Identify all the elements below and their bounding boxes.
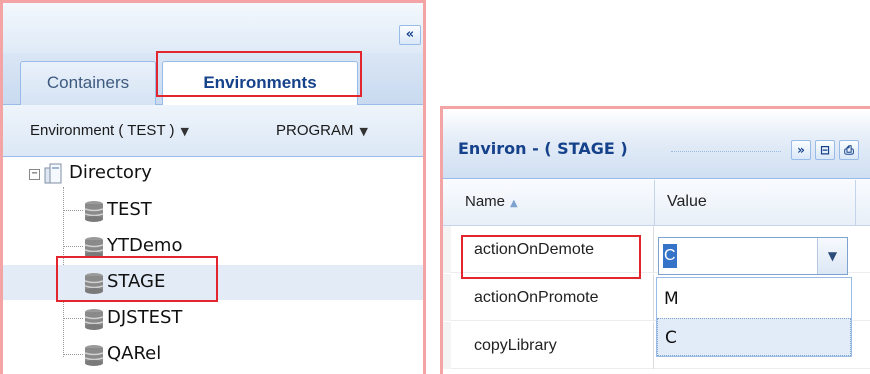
navigator-panel: « Containers Environments Environment ( … [0, 0, 426, 374]
print-icon[interactable]: ⎙ [839, 140, 859, 160]
panel-top-bar: « [3, 3, 423, 53]
row-gutter [443, 226, 451, 273]
tab-environments[interactable]: Environments [162, 61, 358, 106]
tree-item-stage[interactable]: STAGE [3, 265, 423, 300]
property-name-cell[interactable]: actionOnDemote [452, 226, 654, 273]
dropdown-arrow-icon: ▼ [180, 125, 189, 138]
database-icon [84, 273, 104, 294]
tree-item-ytdemo[interactable]: YTDemo [3, 229, 423, 264]
header-divider [671, 151, 781, 152]
value-combobox[interactable]: C ▼ [658, 237, 848, 275]
directory-tree: − Directory TEST YTDemo STAGE DJSTEST QA… [3, 157, 423, 374]
tree-item-djstest[interactable]: DJSTEST [3, 301, 423, 336]
dropdown-option-c[interactable]: C [657, 318, 851, 356]
database-icon [84, 201, 104, 222]
save-icon[interactable]: ⊟ [815, 140, 835, 160]
tree-root-row[interactable]: − Directory [3, 157, 423, 192]
panel-title: Environ - ( STAGE ) [458, 139, 628, 158]
tree-root-label: Directory [69, 162, 152, 183]
column-divider[interactable] [855, 180, 856, 226]
program-menu-label: PROGRAM [276, 122, 354, 139]
expand-panel-button[interactable]: » [791, 140, 811, 160]
tree-item-label: QARel [107, 343, 162, 364]
value-dropdown-list: M C [656, 277, 852, 357]
environment-menu[interactable]: Environment ( TEST ) ▼ [30, 122, 189, 139]
environment-properties-panel: Environ - ( STAGE ) » ⊟ ⎙ Name ▲ Value ac… [440, 106, 870, 374]
column-divider[interactable] [654, 180, 655, 226]
dropdown-arrow-icon: ▼ [359, 125, 368, 138]
property-name-cell[interactable]: actionOnPromote [452, 274, 654, 321]
tree-item-qarel[interactable]: QARel [3, 337, 423, 372]
panel-header: Environ - ( STAGE ) » ⊟ ⎙ [443, 109, 870, 179]
database-icon [84, 345, 104, 366]
collapse-panel-button[interactable]: « [399, 25, 421, 45]
tree-item-test[interactable]: TEST [3, 193, 423, 228]
column-header-name-label: Name [465, 193, 506, 210]
sort-ascending-icon: ▲ [510, 198, 518, 209]
row-gutter [443, 322, 451, 369]
environment-toolbar: Environment ( TEST ) ▼ PROGRAM ▼ [3, 105, 423, 157]
program-menu[interactable]: PROGRAM ▼ [276, 122, 368, 139]
tree-item-label: TEST [107, 199, 152, 220]
row-gutter [443, 274, 451, 321]
column-header-value[interactable]: Value [667, 193, 707, 211]
property-name-cell[interactable]: copyLibrary [452, 322, 654, 369]
grid-header: Name ▲ Value [443, 180, 870, 226]
environment-menu-label: Environment ( TEST ) [30, 122, 175, 139]
database-icon [84, 237, 104, 258]
collapse-node-icon[interactable]: − [29, 169, 40, 180]
tab-containers[interactable]: Containers [20, 61, 156, 105]
tree-item-label: YTDemo [107, 235, 183, 256]
dropdown-option-m[interactable]: M [657, 280, 851, 318]
column-header-name[interactable]: Name ▲ [465, 193, 518, 210]
chevron-down-icon[interactable]: ▼ [817, 238, 847, 274]
combobox-selected-text[interactable]: C [663, 244, 677, 268]
database-icon [84, 309, 104, 330]
tab-strip: Containers Environments [3, 53, 423, 106]
directory-icon [44, 163, 62, 184]
tree-item-label: DJSTEST [107, 307, 183, 328]
tree-item-label: STAGE [107, 271, 166, 292]
